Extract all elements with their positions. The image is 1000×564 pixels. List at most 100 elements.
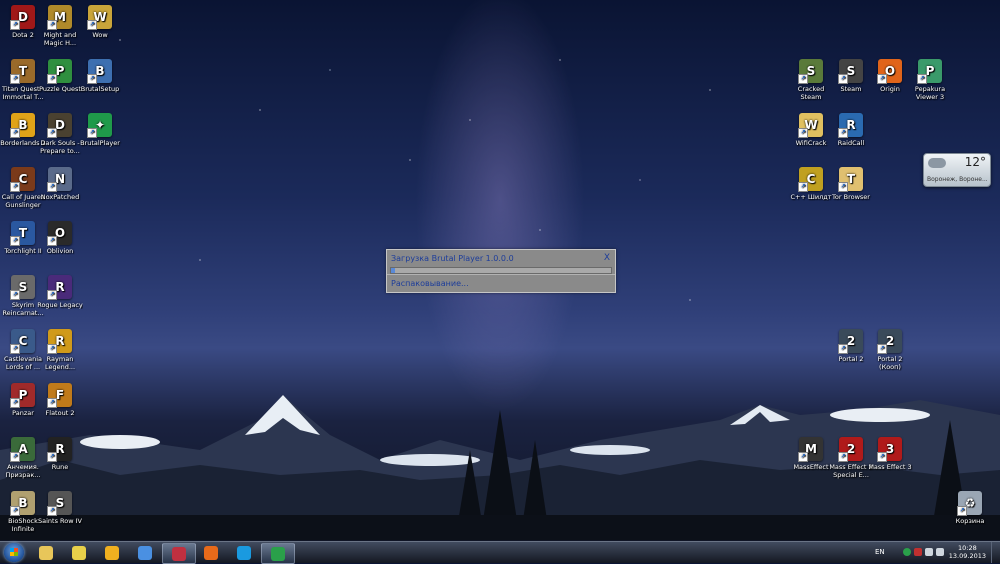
start-button[interactable] xyxy=(4,543,24,562)
taskbar: EN 10:28 13.09.2013 xyxy=(0,541,1000,564)
warning-app-icon xyxy=(105,545,119,560)
flatout2-icon: F ↗ xyxy=(47,383,72,408)
desktop-icon-label: Tor Browser xyxy=(832,193,870,201)
brutal-setup-icon: B ↗ xyxy=(87,59,112,84)
network-icon xyxy=(72,545,86,560)
desktop-icon-brutal-player[interactable]: ✦ ↗ BrutalPlayer xyxy=(77,113,123,147)
taskbar-button-explorer[interactable] xyxy=(30,543,62,562)
desktop-icon-flatout2[interactable]: F ↗ Flatout 2 xyxy=(37,383,83,417)
shortcut-arrow-icon: ↗ xyxy=(10,128,20,138)
taskbar-button-firefox[interactable] xyxy=(195,543,227,562)
shortcut-arrow-icon: ↗ xyxy=(798,452,808,462)
desktop-icon-recycle-bin[interactable]: ♻ ↗ Корзина xyxy=(947,491,993,525)
desktop-icon-portal2-coop[interactable]: 2 ↗ Portal 2 (Кооп) xyxy=(867,329,913,371)
taskbar-button-network[interactable] xyxy=(63,543,95,562)
recycle-bin-icon: ♻ ↗ xyxy=(957,491,982,516)
shortcut-arrow-icon: ↗ xyxy=(87,74,97,84)
desktop-icon-rune[interactable]: R ↗ Rune xyxy=(37,437,83,471)
dialog-title: Загрузка Brutal Player 1.0.0.0 xyxy=(391,254,514,263)
shortcut-arrow-icon: ↗ xyxy=(798,182,808,192)
desktop-icon-noxpatched[interactable]: N ↗ NoxPatched xyxy=(37,167,83,201)
shortcut-arrow-icon: ↗ xyxy=(87,128,97,138)
floppy-icon xyxy=(172,546,186,561)
weather-temperature: 12° xyxy=(964,155,986,169)
skype-icon xyxy=(237,545,251,560)
taskbar-button-chrome[interactable] xyxy=(129,543,161,562)
taskbar-button-save[interactable] xyxy=(162,543,196,564)
firefox-icon xyxy=(204,545,218,560)
folder-icon xyxy=(39,545,53,560)
shortcut-arrow-icon: ↗ xyxy=(877,74,887,84)
portal2-icon: 2 ↗ xyxy=(838,329,863,354)
shortcut-arrow-icon: ↗ xyxy=(47,506,57,516)
might-and-magic-icon: M ↗ xyxy=(47,5,72,30)
tray-flag-icon[interactable] xyxy=(914,548,922,556)
desktop-icon-label: Saints Row IV xyxy=(38,517,82,525)
weather-gadget[interactable]: 12° Воронеж, Вороне... xyxy=(923,153,991,187)
alchemy-icon: A ↗ xyxy=(10,437,35,462)
desktop-icon-label: BrutalPlayer xyxy=(80,139,120,147)
clock-date: 13.09.2013 xyxy=(948,552,986,560)
rayman-icon: R ↗ xyxy=(47,329,72,354)
shortcut-arrow-icon: ↗ xyxy=(838,128,848,138)
pepakura-icon: P ↗ xyxy=(917,59,942,84)
shortcut-arrow-icon: ↗ xyxy=(957,506,967,516)
mass-effect2-icon: 2 ↗ xyxy=(838,437,863,462)
shortcut-arrow-icon: ↗ xyxy=(47,398,57,408)
desktop-icon-rayman[interactable]: R ↗ Rayman Legend... xyxy=(37,329,83,371)
desktop-icon-tor-browser[interactable]: T ↗ Tor Browser xyxy=(828,167,874,201)
show-desktop-button[interactable] xyxy=(991,542,1000,563)
taskbar-button-ea[interactable] xyxy=(96,543,128,562)
desktop-icon-pepakura[interactable]: P ↗ Pepakura Viewer 3 xyxy=(907,59,953,101)
shortcut-arrow-icon: ↗ xyxy=(10,74,20,84)
shortcut-arrow-icon: ↗ xyxy=(10,290,20,300)
progress-fill xyxy=(391,268,396,273)
rune-icon: R ↗ xyxy=(47,437,72,462)
network-icon[interactable] xyxy=(925,548,933,556)
desktop-icon-label: Wow xyxy=(92,31,108,39)
taskbar-button-skype[interactable] xyxy=(228,543,260,562)
clock[interactable]: 10:28 13.09.2013 xyxy=(949,544,986,560)
raidcall-icon: R ↗ xyxy=(838,113,863,138)
shortcut-arrow-icon: ↗ xyxy=(838,344,848,354)
desktop-icon-oblivion[interactable]: O ↗ Oblivion xyxy=(37,221,83,255)
shortcut-arrow-icon: ↗ xyxy=(838,74,848,84)
desktop-icon-brutal-setup[interactable]: B ↗ BrutalSetup xyxy=(77,59,123,93)
oblivion-icon: O ↗ xyxy=(47,221,72,246)
desktop-icon-mass-effect3[interactable]: 3 ↗ Mass Effect 3 xyxy=(867,437,913,471)
shortcut-arrow-icon: ↗ xyxy=(47,236,57,246)
brutal-player-icon: ✦ ↗ xyxy=(87,113,112,138)
close-button[interactable]: X xyxy=(604,253,610,263)
wow-icon: W ↗ xyxy=(87,5,112,30)
mass-effect3-icon: 3 ↗ xyxy=(877,437,902,462)
desktop-icon-label: Mass Effect 3 xyxy=(868,463,912,471)
desktop-icon-saints-row[interactable]: S ↗ Saints Row IV xyxy=(37,491,83,525)
call-of-juarez-icon: C ↗ xyxy=(10,167,35,192)
dota2-icon: D ↗ xyxy=(10,5,35,30)
desktop-icon-raidcall[interactable]: R ↗ RaidCall xyxy=(828,113,874,147)
language-indicator[interactable]: EN xyxy=(875,548,885,556)
wificrack-icon: W ↗ xyxy=(798,113,823,138)
desktop-icon-rogue-legacy[interactable]: R ↗ Rogue Legacy xyxy=(37,275,83,309)
tray-app-icon[interactable] xyxy=(903,548,911,556)
shortcut-arrow-icon: ↗ xyxy=(838,182,848,192)
volume-icon[interactable] xyxy=(936,548,944,556)
shortcut-arrow-icon: ↗ xyxy=(10,452,20,462)
panzar-icon: P ↗ xyxy=(10,383,35,408)
shortcut-arrow-icon: ↗ xyxy=(838,452,848,462)
origin-icon: O ↗ xyxy=(877,59,902,84)
shortcut-arrow-icon: ↗ xyxy=(10,20,20,30)
desktop-icon-label: BrutalSetup xyxy=(80,85,120,93)
progress-bar xyxy=(390,267,612,274)
shortcut-arrow-icon: ↗ xyxy=(47,20,57,30)
borderlands2-icon: B ↗ xyxy=(10,113,35,138)
desktop-icon-wow[interactable]: W ↗ Wow xyxy=(77,5,123,39)
portal2-coop-icon: 2 ↗ xyxy=(877,329,902,354)
puzzle-quest-icon: P ↗ xyxy=(47,59,72,84)
taskbar-button-brutalplayer[interactable] xyxy=(261,543,295,564)
skyrim-icon: S ↗ xyxy=(10,275,35,300)
mass-effect-icon: M ↗ xyxy=(798,437,823,462)
installer-dialog: Загрузка Brutal Player 1.0.0.0 X Распако… xyxy=(386,249,616,293)
desktop-icon-label: Корзина xyxy=(955,517,985,525)
desktop-icon-label: Rune xyxy=(51,463,69,471)
